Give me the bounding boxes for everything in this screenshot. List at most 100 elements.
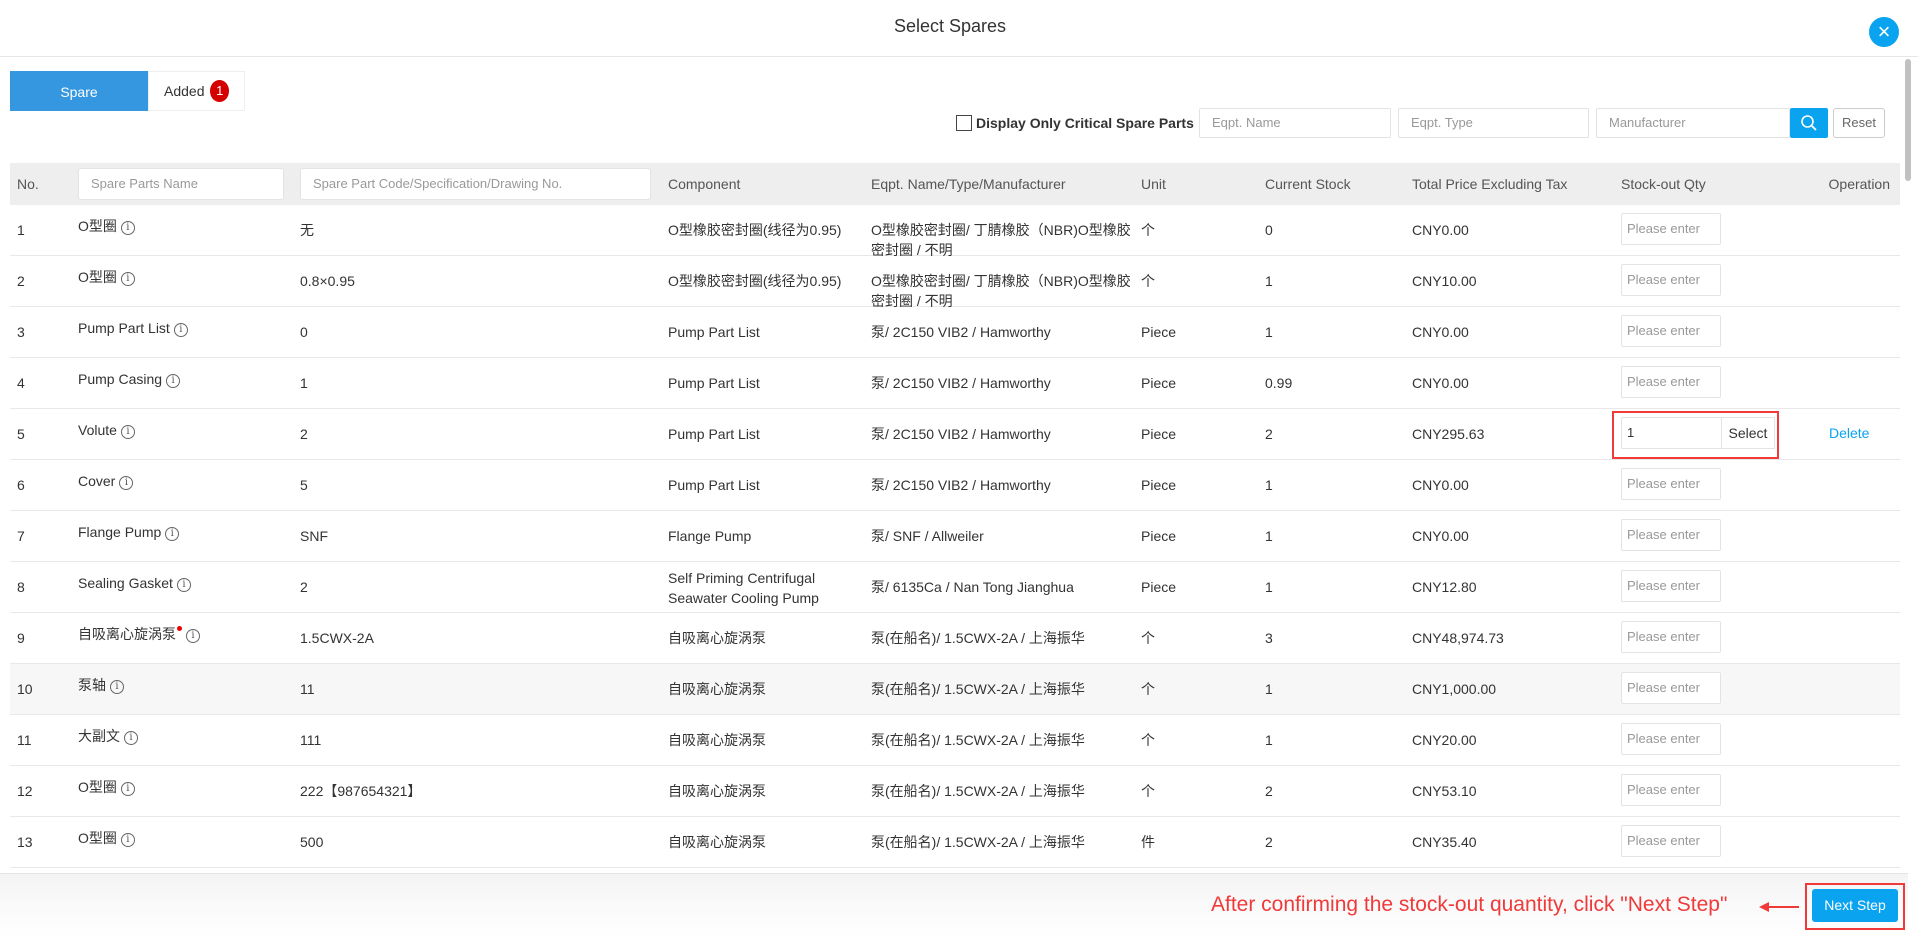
info-icon[interactable]: i (120, 272, 135, 286)
component-text: 自吸离心旋涡泵 (668, 834, 766, 850)
unit: 个 (1141, 628, 1241, 648)
reset-button[interactable]: Reset (1833, 108, 1885, 138)
stock-out-qty-input[interactable]: Please enter (1621, 264, 1721, 296)
spare-code-filter-input[interactable]: Spare Part Code/Specification/Drawing No… (300, 168, 651, 200)
info-icon[interactable]: i (119, 476, 134, 490)
row-number-text: 4 (17, 375, 25, 391)
stock-out-qty-input[interactable]: Please enter (1621, 366, 1721, 398)
spare-name-text: O型圈 (78, 779, 117, 795)
eqpt-info-text: 泵(在船名)/ 1.5CWX-2A / 上海振华 (871, 732, 1085, 748)
manufacturer-input[interactable]: Manufacturer (1596, 108, 1790, 138)
info-icon[interactable]: i (173, 323, 188, 337)
stock-out-qty-input[interactable]: Please enter (1621, 570, 1721, 602)
stock-out-qty-input[interactable]: Please enter (1621, 468, 1721, 500)
unit-text: Piece (1141, 375, 1177, 391)
row-number-text: 13 (17, 834, 33, 850)
component-text: Pump Part List (668, 426, 760, 442)
info-icon[interactable]: i (110, 680, 124, 694)
info-icon[interactable]: i (120, 221, 135, 235)
spare-name-filter-input[interactable]: Spare Parts Name (78, 168, 284, 200)
stock-out-qty-input[interactable]: Please enter (1621, 213, 1721, 245)
eqpt-name-input[interactable]: Eqpt. Name (1199, 108, 1391, 138)
tabs: Spare Parts(140) Added 1 (10, 71, 245, 140)
current-stock: 1 (1265, 322, 1385, 342)
info-icon[interactable]: i (120, 833, 135, 847)
current-stock-text: 1 (1265, 579, 1273, 595)
current-stock: 2 (1265, 424, 1385, 444)
current-stock: 1 (1265, 679, 1385, 699)
eqpt-info-text: O型橡胶密封圈/ 丁腈橡胶（NBR)O型橡胶密封圈 / 不明 (871, 222, 1131, 258)
info-icon[interactable]: i (124, 731, 138, 745)
current-stock: 1 (1265, 577, 1385, 597)
critical-only-checkbox[interactable] (956, 115, 972, 131)
search-button[interactable] (1790, 108, 1828, 138)
spare-code-text: SNF (300, 528, 328, 544)
current-stock-text: 0.99 (1265, 375, 1293, 391)
spare-code-text: 2 (300, 426, 308, 442)
spare-code-text: 0.8×0.95 (300, 273, 355, 289)
stock-out-qty-input[interactable]: Please enter (1621, 723, 1721, 755)
info-icon[interactable]: i (120, 782, 135, 796)
current-stock-text: 0 (1265, 222, 1273, 238)
total-price: CNY0.00 (1412, 526, 1592, 546)
spare-code: SNF (300, 526, 640, 546)
stock-out-qty-input[interactable]: Please enter (1621, 315, 1721, 347)
component-text: Pump Part List (668, 324, 760, 340)
stock-out-qty-input[interactable]: Please enter (1621, 519, 1721, 551)
spare-code: 5 (300, 475, 640, 495)
component: 自吸离心旋涡泵 (668, 832, 868, 852)
spare-code-text: 500 (300, 834, 324, 850)
row-number-text: 3 (17, 324, 25, 340)
stock-out-qty-input[interactable]: Please enter (1621, 672, 1721, 704)
current-stock-text: 1 (1265, 528, 1273, 544)
component-text: Self Priming Centrifugal Seawater Coolin… (668, 570, 819, 606)
scrollbar[interactable] (1905, 59, 1911, 181)
component-text: Pump Part List (668, 477, 760, 493)
spare-name-text: Flange Pump (78, 524, 162, 540)
spare-name: Volute i (78, 420, 278, 440)
unit: Piece (1141, 475, 1241, 495)
tab-added[interactable]: Added 1 (148, 71, 245, 111)
row-number-text: 1 (17, 222, 25, 238)
tab-spare-parts[interactable]: Spare Parts(140) (10, 71, 148, 140)
row-number-text: 2 (17, 273, 25, 289)
delete-link[interactable]: Delete (1829, 425, 1869, 441)
component-text: Pump Part List (668, 375, 760, 391)
component: 自吸离心旋涡泵 (668, 781, 868, 801)
table-row: 5 Volute i 2 Pump Part List 泵/ 2C150 VIB2 / H… (10, 409, 1900, 460)
row-number-text: 8 (17, 579, 25, 595)
current-stock-text: 2 (1265, 426, 1273, 442)
table-row: 12 O型圈 i 222【987654321】 自吸离心旋涡泵 泵(在船名)/ 1.5CW… (10, 766, 1900, 817)
total-price: CNY0.00 (1412, 373, 1592, 393)
stock-out-qty-input[interactable]: Please enter (1621, 825, 1721, 857)
col-stock: Current Stock (1265, 176, 1351, 192)
spare-code: 11 (300, 679, 640, 699)
component: O型橡胶密封圈(线径为0.95) (668, 220, 868, 240)
stock-out-qty-input[interactable]: Please enter (1621, 774, 1721, 806)
unit: 个 (1141, 781, 1241, 801)
spare-name-text: 大副文 (78, 728, 120, 744)
col-qty: Stock-out Qty (1621, 176, 1706, 192)
spare-code: 无 (300, 220, 640, 240)
row-number-text: 10 (17, 681, 33, 697)
current-stock: 1 (1265, 526, 1385, 546)
info-icon[interactable]: i (166, 374, 181, 388)
close-icon[interactable]: × (1869, 17, 1899, 47)
search-icon (1801, 115, 1817, 131)
spare-code-text: 222【987654321】 (300, 783, 422, 799)
spare-name: 自吸离心旋涡泵 i (78, 624, 278, 644)
spare-code-text: 0 (300, 324, 308, 340)
eqpt-type-input[interactable]: Eqpt. Type (1398, 108, 1589, 138)
row-number: 3 (17, 322, 67, 342)
arrow-icon (1759, 902, 1799, 912)
info-icon[interactable]: i (186, 629, 200, 643)
spare-name: Sealing Gasket i (78, 573, 278, 593)
info-icon[interactable]: i (176, 578, 191, 592)
stock-out-qty-input[interactable]: Please enter (1621, 621, 1721, 653)
info-icon[interactable]: i (120, 425, 135, 439)
critical-only-label[interactable]: Display Only Critical Spare Parts (976, 115, 1194, 131)
spare-name-text: 泵轴 (78, 677, 106, 693)
info-icon[interactable]: i (165, 527, 180, 541)
eqpt-info: O型橡胶密封圈/ 丁腈橡胶（NBR)O型橡胶密封圈 / 不明 (871, 220, 1131, 260)
next-step-button[interactable]: Next Step (1812, 889, 1898, 922)
